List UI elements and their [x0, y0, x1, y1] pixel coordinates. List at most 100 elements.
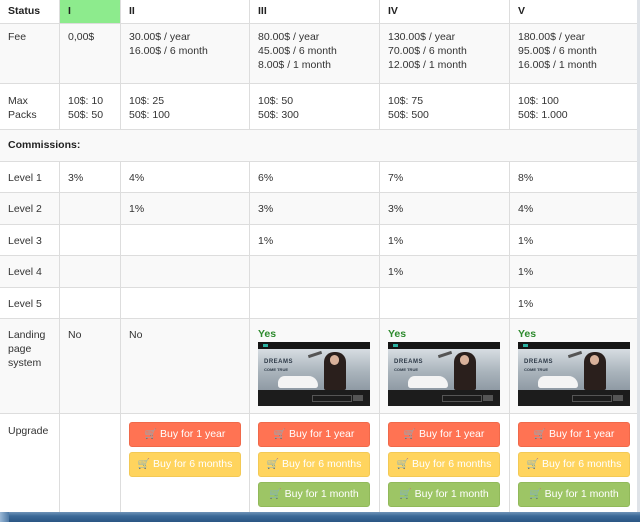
car-graphic: [538, 376, 578, 388]
max-packs-row: Max Packs 10$: 10 50$: 50 10$: 25 50$: 1…: [0, 83, 637, 130]
level-row: Level 1 3% 4% 6% 7% 8%: [0, 161, 637, 193]
cart-icon: 🛒: [533, 429, 547, 440]
buy-6-months-button[interactable]: 🛒 Buy for 6 months: [129, 452, 241, 477]
buy-1-month-button[interactable]: 🛒 Buy for 1 month: [388, 482, 500, 507]
preview-footer: [258, 390, 370, 406]
level-cell: [120, 224, 250, 256]
car-graphic: [408, 376, 448, 388]
landing-cell: Yes DREAMS COME TRUE: [509, 318, 637, 414]
max-packs-line: 10$: 10: [68, 95, 104, 107]
upgrade-cell: 🛒 Buy for 1 year 🛒 Buy for 6 months 🛒 Buy f…: [379, 413, 510, 512]
fee-line: 16.00$ / 6 month: [129, 45, 208, 57]
landing-page-label: Landing page system: [0, 318, 60, 414]
status-column-3: III: [249, 0, 380, 24]
os-taskbar: [0, 512, 640, 522]
button-label: Buy for 1 month: [284, 488, 359, 500]
max-packs-cell: 10$: 10 50$: 50: [59, 83, 121, 130]
landing-label-line: page: [8, 343, 32, 355]
preview-hero: DREAMS COME TRUE: [518, 349, 630, 390]
preview-logo-icon: [393, 344, 398, 347]
max-packs-line: 10$: 50: [258, 95, 294, 107]
level-row: Level 2 1% 3% 3% 4%: [0, 192, 637, 225]
level-cell: 1%: [120, 192, 250, 225]
level-cell: 3%: [59, 161, 121, 193]
face-graphic: [460, 355, 469, 365]
cart-icon: 🛒: [396, 459, 410, 470]
level-cell: [120, 255, 250, 288]
upgrade-cell: 🛒 Buy for 1 year 🛒 Buy for 6 months: [120, 413, 250, 512]
max-packs-label-line: Max: [8, 95, 28, 107]
button-label: Buy for 1 month: [414, 488, 489, 500]
status-label: Status: [0, 0, 60, 24]
level-cell: 1%: [249, 224, 380, 256]
buy-1-year-button[interactable]: 🛒 Buy for 1 year: [388, 422, 500, 447]
preview-hero: DREAMS COME TRUE: [388, 349, 500, 390]
fee-line: 70.00$ / 6 month: [388, 45, 467, 57]
max-packs-line: 10$: 25: [129, 95, 165, 107]
fee-line: 95.00$ / 6 month: [518, 45, 597, 57]
level-label: Level 1: [0, 161, 60, 193]
max-packs-cell: 10$: 50 50$: 300: [249, 83, 380, 130]
level-cell: 6%: [249, 161, 380, 193]
buy-6-months-button[interactable]: 🛒 Buy for 6 months: [388, 452, 500, 477]
preview-logo-icon: [263, 344, 268, 347]
plane-icon: [437, 350, 453, 359]
level-label: Level 4: [0, 255, 60, 288]
button-label: Buy for 1 year: [419, 428, 485, 440]
fee-line: 45.00$ / 6 month: [258, 45, 337, 57]
button-label: Buy for 1 year: [289, 428, 355, 440]
upgrade-label: Upgrade: [0, 413, 60, 512]
buy-1-month-button[interactable]: 🛒 Buy for 1 month: [518, 482, 630, 507]
landing-label-line: Landing: [8, 329, 46, 341]
buy-1-month-button[interactable]: 🛒 Buy for 1 month: [258, 482, 370, 507]
status-comparison-table: Status I II III IV V Fee 0,00$ 30.00$ / …: [0, 0, 637, 512]
preview-topbar: [258, 342, 370, 349]
status-column-5: V: [509, 0, 637, 24]
button-label: Buy for 1 month: [544, 488, 619, 500]
level-row: Level 3 1% 1% 1%: [0, 224, 637, 256]
buy-1-year-button[interactable]: 🛒 Buy for 1 year: [129, 422, 241, 447]
fee-line: 16.00$ / 1 month: [518, 59, 597, 71]
level-cell: 4%: [120, 161, 250, 193]
level-cell: 1%: [509, 287, 637, 319]
fee-label: Fee: [0, 23, 60, 84]
preview-subline: COME TRUE: [394, 367, 418, 372]
max-packs-line: 50$: 100: [129, 109, 170, 121]
landing-page-preview-image[interactable]: DREAMS COME TRUE: [388, 342, 500, 406]
max-packs-line: 50$: 500: [388, 109, 429, 121]
fee-line: 0,00$: [68, 31, 95, 43]
buy-1-year-button[interactable]: 🛒 Buy for 1 year: [518, 422, 630, 447]
landing-page-preview-image[interactable]: DREAMS COME TRUE: [518, 342, 630, 406]
cart-icon: 🛒: [526, 459, 540, 470]
preview-field: [312, 395, 352, 402]
start-button[interactable]: [0, 512, 9, 522]
level-cell: [59, 255, 121, 288]
level-cell: 1%: [509, 224, 637, 256]
max-packs-line: 50$: 300: [258, 109, 299, 121]
cart-icon: 🛒: [266, 459, 280, 470]
preview-hero: DREAMS COME TRUE: [258, 349, 370, 390]
landing-available-label: Yes: [518, 328, 537, 340]
max-packs-line: 10$: 100: [518, 95, 559, 107]
header-row: Status I II III IV V: [0, 0, 637, 24]
preview-subline: COME TRUE: [524, 367, 548, 372]
car-graphic: [278, 376, 318, 388]
level-cell: 3%: [379, 192, 510, 225]
buy-6-months-button[interactable]: 🛒 Buy for 6 months: [258, 452, 370, 477]
status-column-4: IV: [379, 0, 510, 24]
level-label: Level 3: [0, 224, 60, 256]
landing-cell: No: [120, 318, 250, 414]
preview-topbar: [518, 342, 630, 349]
level-cell: 1%: [509, 255, 637, 288]
level-cell: [120, 287, 250, 319]
buy-1-year-button[interactable]: 🛒 Buy for 1 year: [258, 422, 370, 447]
cart-icon: 🛒: [144, 429, 158, 440]
button-label: Buy for 6 months: [412, 458, 492, 470]
status-column-1: I: [59, 0, 121, 24]
cart-icon: 🛒: [399, 489, 412, 500]
max-packs-label-line: Packs: [8, 109, 37, 121]
landing-page-preview-image[interactable]: DREAMS COME TRUE: [258, 342, 370, 406]
buy-6-months-button[interactable]: 🛒 Buy for 6 months: [518, 452, 630, 477]
preview-headline: DREAMS: [394, 359, 424, 365]
level-cell: [59, 287, 121, 319]
